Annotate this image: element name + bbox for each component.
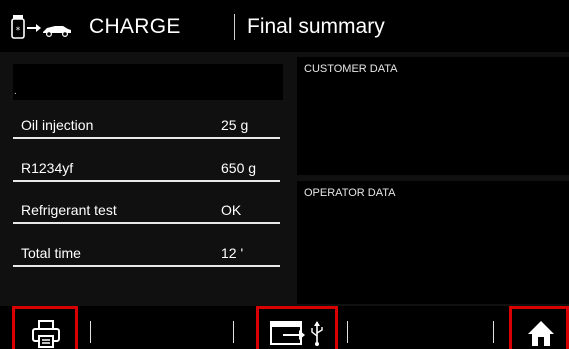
print-button[interactable]: [12, 306, 78, 349]
home-button[interactable]: [509, 306, 569, 349]
row-value: 650 g: [221, 160, 257, 176]
export-usb-button[interactable]: [256, 306, 338, 349]
page-title: Final summary: [247, 15, 385, 38]
mode-label: CHARGE: [89, 15, 181, 38]
summary-row-refrigerant: R1234yf 650 g: [13, 152, 280, 182]
blank-field-mark: .: [14, 86, 17, 97]
row-underline: [13, 180, 280, 182]
row-underline: [13, 222, 280, 224]
vehicle-charge-icon: *: [11, 15, 71, 39]
home-icon: [528, 321, 554, 346]
bottom-toolbar: [0, 306, 569, 349]
summary-row-refrigerant-test: Refrigerant test OK: [13, 194, 280, 224]
svg-text:*: *: [16, 26, 21, 36]
summary-row-oil-injection: Oil injection 25 g: [13, 109, 280, 139]
row-value: 12 ': [221, 245, 244, 261]
toolbar-divider: [233, 321, 234, 343]
toolbar-divider: [90, 321, 91, 343]
row-label: R1234yf: [21, 160, 74, 176]
row-label: Total time: [21, 245, 81, 261]
summary-panel: . Oil injection 25 g R1234yf 650 g Refri…: [0, 52, 291, 305]
operator-data-panel[interactable]: OPERATOR DATA: [297, 181, 569, 304]
row-underline: [13, 137, 280, 139]
header-bar: * CHARGE Final summary: [0, 0, 569, 52]
header-divider: [234, 14, 235, 40]
row-label: Refrigerant test: [21, 202, 117, 218]
summary-blank-field: [13, 64, 283, 100]
toolbar-divider: [493, 321, 494, 343]
row-value: 25 g: [221, 117, 249, 133]
row-underline: [13, 265, 280, 267]
toolbar-divider: [347, 321, 348, 343]
customer-data-panel[interactable]: CUSTOMER DATA: [297, 57, 569, 175]
customer-data-title: CUSTOMER DATA: [304, 63, 398, 75]
row-label: Oil injection: [21, 117, 94, 133]
printer-icon: [32, 320, 60, 348]
row-value: OK: [221, 202, 242, 218]
summary-row-total-time: Total time 12 ': [13, 237, 280, 267]
export-usb-icon: [270, 321, 323, 346]
operator-data-title: OPERATOR DATA: [304, 187, 396, 199]
